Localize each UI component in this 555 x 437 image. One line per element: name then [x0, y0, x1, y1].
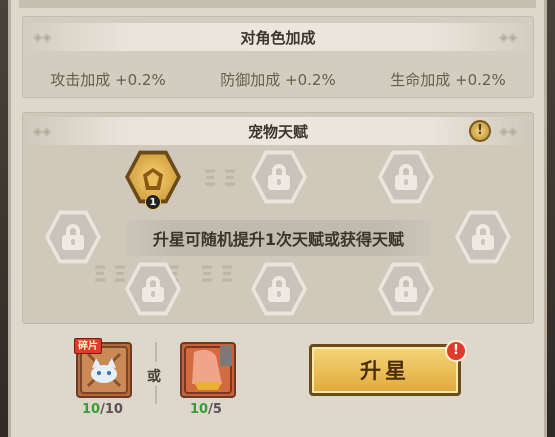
crown-talent-icon — [140, 162, 166, 192]
lock-icon — [267, 164, 291, 190]
golden-pedestal-icon — [184, 346, 232, 394]
attack-bonus: 攻击加成 +0.2% — [50, 70, 166, 89]
material-count: 10/5 — [190, 402, 222, 417]
star-material-item[interactable] — [180, 342, 236, 398]
divider — [155, 342, 157, 362]
lock-icon — [394, 164, 418, 190]
lock-icon — [141, 276, 165, 302]
talent-slot-locked[interactable] — [45, 210, 101, 264]
upgrade-hint: 升星可随机提升1次天赋或获得天赋 — [126, 220, 431, 256]
section-header: ◈◈ 对角色加成 ◈◈ — [23, 23, 533, 51]
talent-level-badge: 1 — [145, 194, 161, 210]
lock-icon — [394, 276, 418, 302]
lock-icon — [61, 224, 85, 250]
talent-slot-locked[interactable] — [378, 150, 434, 204]
or-label: 或 — [147, 369, 161, 385]
pet-talent-section: ΞΞ ΞΞ ΞΞ ΞΞ ΞΞ ◈◈ 宠物天赋 ◈◈ ! 1 升星可随机提升1次天… — [22, 112, 534, 324]
section-title: 对角色加成 — [240, 28, 316, 47]
section-title: 宠物天赋 — [247, 122, 308, 141]
bonus-row: 攻击加成 +0.2% 防御加成 +0.2% 生命加成 +0.2% — [23, 67, 533, 91]
ornament-right-icon: ◈◈ — [499, 30, 518, 44]
upgrade-star-button[interactable]: 升星 — [309, 344, 461, 396]
fragment-count: 10/10 — [82, 402, 123, 417]
talent-slot-locked[interactable] — [455, 210, 511, 264]
fragment-tag: 碎片 — [74, 338, 102, 354]
section-header: ◈◈ 宠物天赋 ◈◈ — [23, 117, 533, 145]
alert-icon: ! — [445, 340, 467, 362]
health-bonus: 生命加成 +0.2% — [390, 70, 506, 89]
divider — [155, 386, 157, 404]
pet-fragment-item[interactable]: 碎片 — [74, 338, 132, 398]
ornament-right-icon: ◈◈ — [499, 124, 518, 138]
exclamation-icon[interactable]: ! — [469, 120, 491, 142]
ornament-left-icon: ◈◈ — [33, 124, 52, 138]
talent-slot-locked[interactable] — [251, 262, 307, 316]
talent-slot-locked[interactable] — [378, 262, 434, 316]
talent-slot-locked[interactable] — [251, 150, 307, 204]
defense-bonus: 防御加成 +0.2% — [220, 70, 336, 89]
character-bonus-section: ◈◈ 对角色加成 ◈◈ 攻击加成 +0.2% 防御加成 +0.2% 生命加成 +… — [22, 16, 534, 98]
ornament-left-icon: ◈◈ — [33, 30, 52, 44]
lock-icon — [267, 276, 291, 302]
lock-icon — [471, 224, 495, 250]
